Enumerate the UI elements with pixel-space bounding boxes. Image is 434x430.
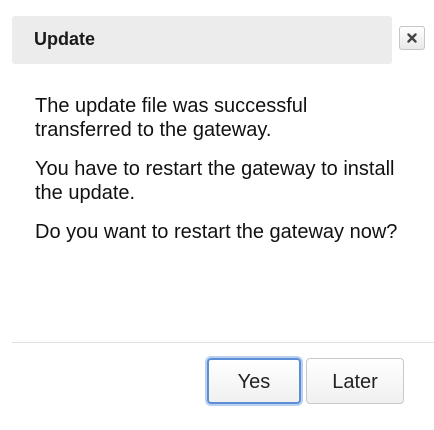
message-transfer-success: The update file was successful transferr… [35, 95, 308, 141]
close-x-icon [407, 33, 417, 43]
dialog-body: The update file was successful transferr… [35, 94, 405, 259]
dialog-titlebar: Update [12, 16, 392, 64]
update-dialog: Update The update file was successful tr… [0, 0, 434, 430]
footer-divider [12, 342, 434, 343]
message-restart-question: Do you want to restart the gateway now? [35, 221, 398, 243]
close-button[interactable] [399, 26, 425, 50]
message-restart-required: You have to restart the gateway to insta… [35, 158, 395, 204]
later-button[interactable]: Later [306, 358, 404, 404]
yes-button[interactable]: Yes [207, 358, 301, 404]
dialog-title: Update [34, 29, 96, 49]
